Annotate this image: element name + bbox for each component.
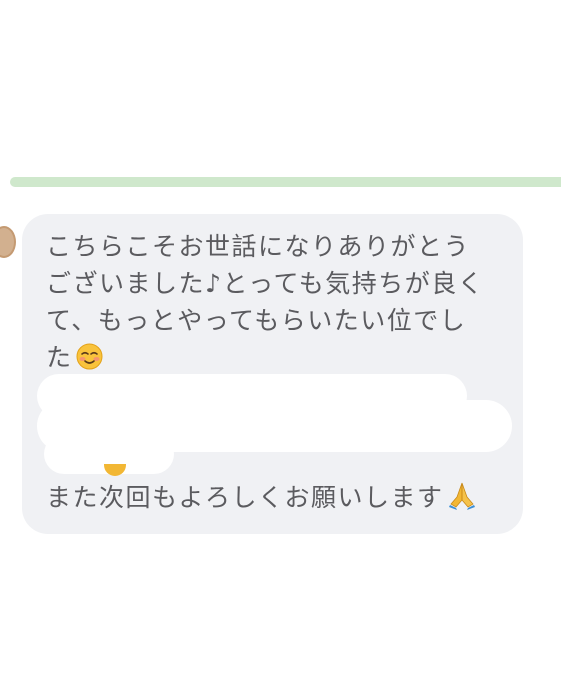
message-line-2: ございました♪とっても気持ちが良く <box>46 269 485 298</box>
folded-hands-icon <box>447 480 477 520</box>
message-text: こちらこそお世話になりありがとう ございました♪とっても気持ちが良く て、もっと… <box>46 228 506 380</box>
message-bubble: こちらこそお世話になりありがとう ございました♪とっても気持ちが良く て、もっと… <box>22 214 523 534</box>
partial-emoji-icon <box>104 464 126 476</box>
message-line-1: こちらこそお世話になりありがとう <box>46 232 471 261</box>
sender-avatar[interactable] <box>0 226 16 258</box>
message-line-last: また次回もよろしくお願いします <box>46 479 477 520</box>
message-line-3: て、もっとやってもらいたい位でし <box>46 306 467 335</box>
green-divider <box>10 177 561 187</box>
